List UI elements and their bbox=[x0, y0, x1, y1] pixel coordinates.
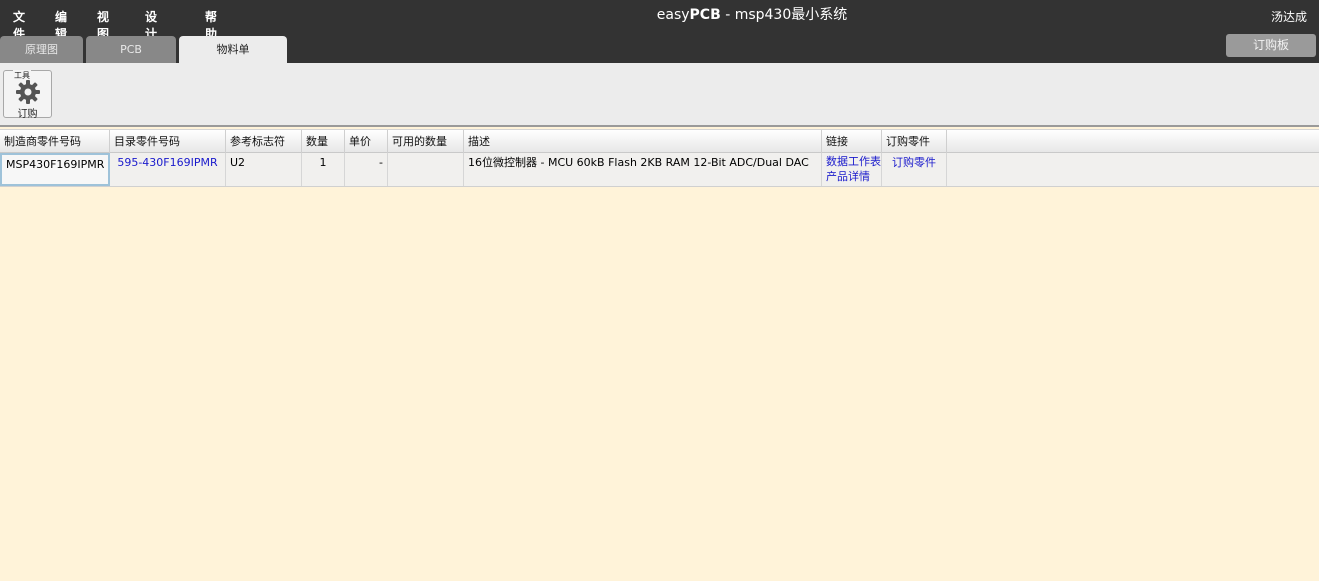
product-detail-link[interactable]: 产品详情 bbox=[826, 169, 877, 184]
title-brand: PCB bbox=[689, 7, 721, 23]
top-bar: 文件 编辑 视图 设计 帮助 easyPCB - msp430最小系统 汤达成 … bbox=[0, 0, 1319, 63]
cell-unit-price[interactable]: - bbox=[345, 153, 388, 186]
title-suffix: - msp430最小系统 bbox=[720, 7, 848, 23]
cell-order: 订购零件 bbox=[882, 153, 947, 186]
window-title: easyPCB - msp430最小系统 bbox=[0, 4, 1319, 24]
tab-bom[interactable]: 物料单 bbox=[179, 36, 287, 63]
col-mfr-part[interactable]: 制造商零件号码 bbox=[0, 130, 110, 154]
col-order[interactable]: 订购零件 bbox=[882, 130, 947, 154]
cell-available[interactable] bbox=[388, 153, 464, 186]
col-unit-price[interactable]: 单价 bbox=[345, 130, 388, 154]
col-catalog-part[interactable]: 目录零件号码 bbox=[110, 130, 226, 154]
cell-catalog-part-link[interactable]: 595-430F169IPMR bbox=[110, 153, 226, 186]
col-description[interactable]: 描述 bbox=[464, 130, 822, 154]
cell-mfr-part[interactable]: MSP430F169IPMR bbox=[0, 153, 110, 186]
col-links[interactable]: 链接 bbox=[822, 130, 882, 154]
datasheet-link[interactable]: 数据工作表 bbox=[826, 154, 881, 169]
cell-description[interactable]: 16位微控制器 - MCU 60kB Flash 2KB RAM 12-Bit … bbox=[464, 153, 822, 186]
col-available[interactable]: 可用的数量 bbox=[388, 130, 464, 154]
col-reference[interactable]: 参考标志符 bbox=[226, 130, 302, 154]
order-board-button[interactable]: 订购板 bbox=[1226, 34, 1316, 57]
col-quantity[interactable]: 数量 bbox=[302, 130, 345, 154]
user-name[interactable]: 汤达成 bbox=[1271, 8, 1307, 25]
gear-icon bbox=[16, 80, 40, 104]
table-row[interactable]: MSP430F169IPMR 595-430F169IPMR U2 1 - 16… bbox=[0, 153, 1319, 187]
order-button[interactable]: 工具 订购 bbox=[3, 70, 52, 120]
order-part-link[interactable]: 订购零件 bbox=[892, 156, 936, 169]
cell-quantity[interactable]: 1 bbox=[302, 153, 345, 186]
table-header: 制造商零件号码 目录零件号码 参考标志符 数量 单价 可用的数量 描述 链接 订… bbox=[0, 129, 1319, 154]
cell-reference[interactable]: U2 bbox=[226, 153, 302, 186]
cell-links: 数据工作表 产品详情 bbox=[822, 153, 882, 186]
tab-schematic[interactable]: 原理图 bbox=[0, 36, 83, 63]
toolbar: 工具 订购 bbox=[0, 63, 1319, 127]
tab-pcb[interactable]: PCB bbox=[86, 36, 176, 63]
order-button-label: 订购 bbox=[17, 109, 38, 120]
title-prefix: easy bbox=[656, 7, 690, 23]
